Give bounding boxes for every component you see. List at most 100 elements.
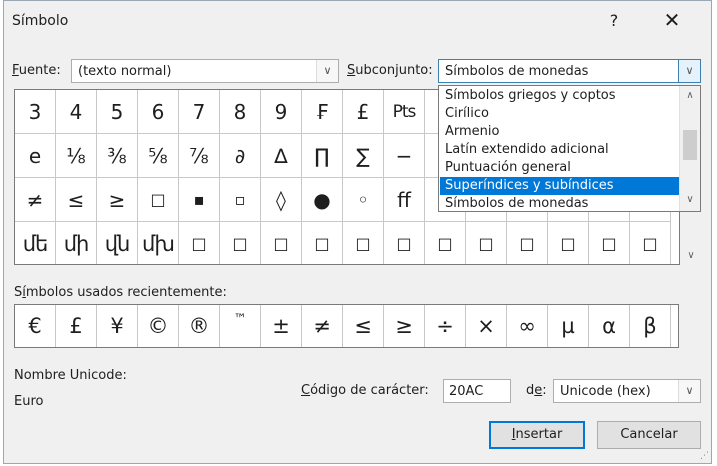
from-label: de: [526, 383, 547, 398]
symbol-cell[interactable]: մի [56, 222, 97, 264]
subset-dropdown-scrollbar[interactable]: ∧ ∨ [679, 86, 700, 211]
cancel-button[interactable]: Cancelar [597, 421, 701, 449]
recent-symbols-row[interactable]: € £ ¥ © ® ™ ± ≠ ≤ ≥ ÷ × ∞ µ α β [14, 304, 679, 348]
symbol-cell[interactable]: ≥ [97, 178, 138, 222]
symbol-cell[interactable]: ⅛ [56, 134, 97, 178]
symbol-cell[interactable]: □ [220, 222, 261, 264]
recent-symbol-cell[interactable]: £ [56, 305, 97, 347]
symbol-cell[interactable]: 8 [220, 90, 261, 134]
recent-symbol-cell[interactable]: ¥ [97, 305, 138, 347]
subset-option[interactable]: Símbolos de monedas [443, 195, 588, 213]
font-label: Fuente: [12, 63, 61, 78]
subset-label: Subconjunto: [347, 63, 433, 78]
subset-dropdown-list[interactable]: Símbolos griegos y coptos Cirílico Armenio… [438, 85, 701, 212]
resize-grip-icon[interactable]: ⋰ [700, 451, 709, 461]
scrollbar-thumb[interactable] [683, 130, 697, 160]
recent-symbol-cell[interactable]: ≤ [343, 305, 384, 347]
symbol-cell[interactable]: ≤ [56, 178, 97, 222]
recent-symbol-cell[interactable]: € [15, 305, 56, 347]
symbol-cell[interactable]: □ [179, 222, 220, 264]
symbol-cell[interactable]: ₣ [302, 90, 343, 134]
font-label-rest: uente: [18, 63, 61, 78]
recent-symbol-cell[interactable]: ≠ [302, 305, 343, 347]
symbol-cell[interactable]: մե [15, 222, 56, 264]
symbol-cell[interactable]: □ [589, 222, 630, 264]
font-label-key: F [12, 63, 19, 78]
symbol-cell[interactable]: ⅜ [97, 134, 138, 178]
symbol-cell[interactable]: □ [302, 222, 343, 264]
symbol-cell[interactable]: ⅞ [179, 134, 220, 178]
unicode-name-label: Nombre Unicode: [14, 368, 127, 383]
subset-option[interactable]: Puntuación general [443, 159, 571, 177]
recent-symbol-cell[interactable]: β [630, 305, 671, 347]
symbol-cell[interactable]: վն [97, 222, 138, 264]
symbol-cell[interactable]: ⅝ [138, 134, 179, 178]
symbol-cell[interactable]: − [384, 134, 425, 178]
symbol-cell[interactable]: □ [548, 222, 589, 264]
symbol-cell[interactable]: Pts [384, 90, 425, 134]
subset-label-rest: ubconjunto: [355, 63, 433, 78]
chevron-down-icon[interactable]: ∨ [681, 250, 701, 261]
symbol-cell[interactable]: ◊ [261, 178, 302, 222]
symbol-cell[interactable]: ▫ [220, 178, 261, 222]
symbol-cell[interactable]: □ [630, 222, 671, 264]
symbol-cell[interactable]: 7 [179, 90, 220, 134]
chevron-down-icon[interactable]: ∨ [680, 194, 700, 205]
chevron-down-icon[interactable]: ∨ [678, 380, 700, 402]
recent-symbol-cell[interactable]: ± [261, 305, 302, 347]
recent-symbol-cell[interactable]: µ [548, 305, 589, 347]
symbol-cell[interactable]: 4 [56, 90, 97, 134]
close-icon: ✕ [663, 8, 681, 32]
chevron-down-icon[interactable]: ∨ [678, 60, 700, 82]
recent-symbol-cell[interactable]: ® [179, 305, 220, 347]
symbol-cell[interactable]: 3 [15, 90, 56, 134]
symbol-cell[interactable]: □ [384, 222, 425, 264]
subset-select[interactable]: Símbolos de monedas ∨ [438, 59, 701, 83]
symbol-cell[interactable]: □ [466, 222, 507, 264]
symbol-cell[interactable]: ﬀ [384, 178, 425, 222]
recent-symbol-cell[interactable]: × [466, 305, 507, 347]
symbol-cell[interactable]: ∆ [261, 134, 302, 178]
recent-symbol-cell[interactable]: α [589, 305, 630, 347]
recent-symbol-cell[interactable]: © [138, 305, 179, 347]
symbol-cell[interactable]: □ [138, 178, 179, 222]
subset-option[interactable]: Latín extendido adicional [443, 141, 609, 159]
subset-option[interactable]: Superíndices y subíndices [440, 177, 683, 195]
subset-option[interactable]: Armenio [443, 123, 499, 141]
font-select[interactable]: (texto normal) ∨ [71, 59, 339, 83]
recent-symbol-cell[interactable]: ∞ [507, 305, 548, 347]
char-code-input[interactable]: 20AC [443, 379, 511, 403]
chevron-up-icon[interactable]: ∧ [680, 90, 700, 101]
recent-symbols-label: Símbolos usados recientemente: [14, 285, 227, 300]
symbol-cell[interactable]: 6 [138, 90, 179, 134]
symbol-cell[interactable]: ◦ [343, 178, 384, 222]
insert-button[interactable]: Insertar [489, 421, 585, 449]
symbol-cell[interactable]: ▪ [179, 178, 220, 222]
subset-select-value: Símbolos de monedas [445, 64, 589, 79]
recent-symbol-cell[interactable]: ≥ [384, 305, 425, 347]
symbol-cell[interactable]: ∑ [343, 134, 384, 178]
close-button[interactable]: ✕ [659, 8, 685, 32]
symbol-cell[interactable]: մխ [138, 222, 179, 264]
symbol-dialog: Símbolo ? ✕ Fuente: (texto normal) ∨ Sub… [3, 0, 712, 464]
symbol-cell[interactable]: 9 [261, 90, 302, 134]
symbol-cell[interactable]: ∂ [220, 134, 261, 178]
recent-symbol-cell[interactable]: ÷ [425, 305, 466, 347]
subset-option[interactable]: Símbolos griegos y coptos [443, 87, 616, 105]
symbol-cell[interactable]: ● [302, 178, 343, 222]
symbol-cell[interactable]: □ [261, 222, 302, 264]
recent-symbol-cell[interactable]: ™ [220, 305, 261, 347]
chevron-down-icon[interactable]: ∨ [316, 60, 338, 82]
symbol-cell[interactable]: £ [343, 90, 384, 134]
symbol-cell[interactable]: 5 [97, 90, 138, 134]
symbol-cell[interactable]: □ [343, 222, 384, 264]
symbol-cell[interactable]: ≠ [15, 178, 56, 222]
from-select[interactable]: Unicode (hex) ∨ [553, 379, 701, 403]
help-button[interactable]: ? [604, 11, 624, 30]
symbol-cell[interactable]: e [15, 134, 56, 178]
symbol-cell[interactable]: ∏ [302, 134, 343, 178]
subset-option[interactable]: Cirílico [443, 105, 489, 123]
symbol-cell[interactable]: □ [507, 222, 548, 264]
from-select-value: Unicode (hex) [560, 384, 651, 399]
symbol-cell[interactable]: □ [425, 222, 466, 264]
